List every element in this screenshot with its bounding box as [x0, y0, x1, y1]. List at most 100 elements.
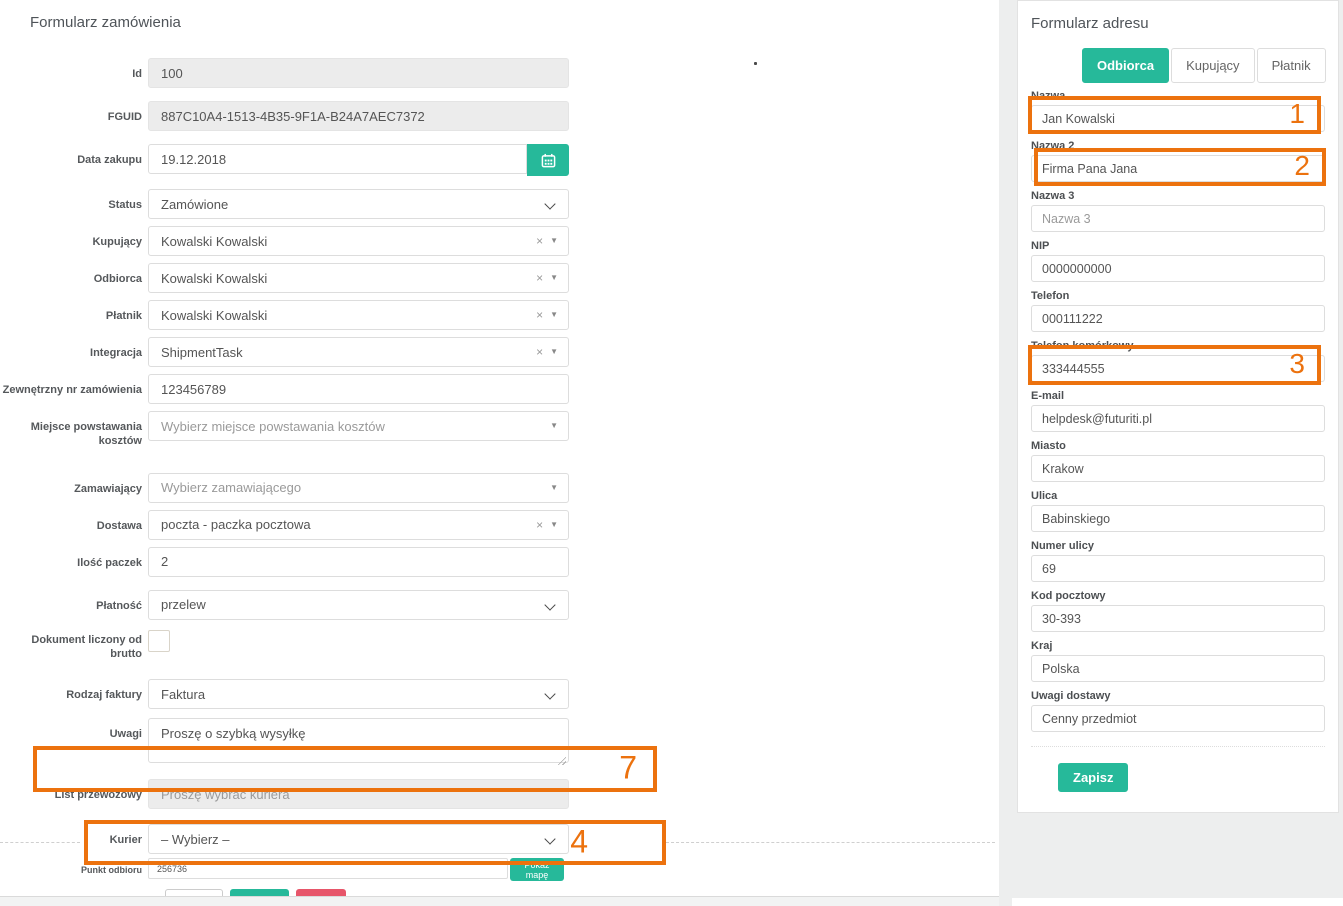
dropdown-arrow-icon[interactable]: ▼	[550, 348, 558, 356]
kraj-input[interactable]	[1031, 655, 1325, 682]
odbiorca-select[interactable]: Kowalski Kowalski ×▼	[148, 263, 569, 293]
clear-icon[interactable]: ×	[536, 309, 543, 321]
dotted-divider	[1031, 746, 1325, 747]
group-ulica: Ulica	[1031, 490, 1325, 532]
data-zakupu-label: Data zakupu	[0, 144, 142, 167]
integracja-select[interactable]: ShipmentTask × ▼	[148, 337, 569, 367]
group-nazwa3: Nazwa 3	[1031, 190, 1325, 232]
rodzaj-faktury-select[interactable]: Faktura	[148, 679, 569, 709]
nip-label: NIP	[1031, 240, 1325, 252]
field-row-zamawiajacy: Zamawiający Wybierz zamawiającego ▼	[0, 473, 590, 503]
kod-pocztowy-label: Kod pocztowy	[1031, 590, 1325, 602]
group-telefon: Telefon	[1031, 290, 1325, 332]
rodzaj-faktury-label: Rodzaj faktury	[0, 679, 142, 702]
telefon-input[interactable]	[1031, 305, 1325, 332]
group-kraj: Kraj	[1031, 640, 1325, 682]
integracja-value: ShipmentTask	[161, 345, 243, 360]
ilosc-paczek-input[interactable]	[148, 547, 569, 577]
uwagi-dostawy-input[interactable]	[1031, 705, 1325, 732]
nazwa3-input[interactable]	[1031, 205, 1325, 232]
dropdown-arrow-icon[interactable]: ▼	[550, 484, 558, 492]
nazwa3-label: Nazwa 3	[1031, 190, 1325, 202]
calendar-button[interactable]	[527, 144, 569, 176]
field-row-data-zakupu: Data zakupu	[0, 144, 590, 176]
dashed-divider	[0, 842, 80, 843]
ulica-input[interactable]	[1031, 505, 1325, 532]
dostawa-select[interactable]: poczta - paczka pocztowa × ▼	[148, 510, 569, 540]
clear-icon[interactable]: ×	[536, 519, 543, 531]
zamawiajacy-select[interactable]: Wybierz zamawiającego ▼	[148, 473, 569, 503]
tab-kupujacy[interactable]: Kupujący	[1171, 48, 1254, 83]
page-title: Formularz zamówienia	[30, 14, 181, 31]
field-row-kupujacy: Kupujący Kowalski Kowalski ×▼	[0, 226, 590, 256]
uwagi-dostawy-label: Uwagi dostawy	[1031, 690, 1325, 702]
email-label: E-mail	[1031, 390, 1325, 402]
brutto-label: Dokument liczony od brutto	[0, 630, 142, 662]
nip-input[interactable]	[1031, 255, 1325, 282]
field-row-integracja: Integracja ShipmentTask ×▼	[0, 337, 590, 367]
group-numer-ulicy: Numer ulicy	[1031, 540, 1325, 582]
platnik-value: Kowalski Kowalski	[161, 308, 267, 323]
chevron-down-icon	[544, 198, 555, 209]
dropdown-arrow-icon[interactable]: ▼	[550, 422, 558, 430]
chevron-down-icon	[544, 599, 555, 610]
kod-pocztowy-input[interactable]	[1031, 605, 1325, 632]
group-uwagi-dostawy: Uwagi dostawy	[1031, 690, 1325, 732]
field-row-fguid: FGUID	[0, 101, 590, 131]
telefon-label: Telefon	[1031, 290, 1325, 302]
clear-icon[interactable]: ×	[536, 272, 543, 284]
tab-platnik[interactable]: Płatnik	[1257, 48, 1326, 83]
zamawiajacy-label: Zamawiający	[0, 473, 142, 496]
platnik-select[interactable]: Kowalski Kowalski × ▼	[148, 300, 569, 330]
field-row-mpk: Miejsce powstawania kosztów Wybierz miej…	[0, 411, 590, 449]
kupujacy-select[interactable]: Kowalski Kowalski × ▼	[148, 226, 569, 256]
dropdown-arrow-icon[interactable]: ▼	[550, 237, 558, 245]
id-input	[148, 58, 569, 88]
dostawa-value: poczta - paczka pocztowa	[161, 517, 311, 532]
dropdown-arrow-icon[interactable]: ▼	[550, 311, 558, 319]
annotation-box-4: 4	[84, 820, 666, 865]
mpk-label: Miejsce powstawania kosztów	[0, 411, 142, 449]
dashed-divider	[666, 842, 995, 843]
mpk-select[interactable]: Wybierz miejsce powstawania kosztów ▼	[148, 411, 569, 441]
email-input[interactable]	[1031, 405, 1325, 432]
miasto-input[interactable]	[1031, 455, 1325, 482]
zewnetrzny-nr-label: Zewnętrzny nr zamówienia	[0, 374, 142, 397]
annotation-number-2: 2	[1294, 150, 1310, 182]
annotation-box-1: 1	[1028, 96, 1321, 134]
clear-icon[interactable]: ×	[536, 235, 543, 247]
dostawa-label: Dostawa	[0, 510, 142, 533]
field-row-brutto: Dokument liczony od brutto	[0, 630, 590, 662]
clear-icon[interactable]: ×	[536, 346, 543, 358]
page: Formularz zamówienia Id FGUID Data zakup…	[0, 0, 1343, 906]
mpk-placeholder: Wybierz miejsce powstawania kosztów	[161, 419, 385, 434]
tab-odbiorca[interactable]: Odbiorca	[1082, 48, 1169, 83]
platnosc-value: przelew	[161, 597, 206, 612]
dropdown-arrow-icon[interactable]: ▼	[550, 274, 558, 282]
kraj-label: Kraj	[1031, 640, 1325, 652]
brutto-checkbox[interactable]	[148, 630, 170, 652]
uwagi-label: Uwagi	[0, 718, 142, 741]
numer-ulicy-input[interactable]	[1031, 555, 1325, 582]
field-row-status: Status Zamówione	[0, 189, 590, 219]
platnosc-label: Płatność	[0, 590, 142, 613]
kupujacy-value: Kowalski Kowalski	[161, 234, 267, 249]
group-email: E-mail	[1031, 390, 1325, 432]
field-row-odbiorca: Odbiorca Kowalski Kowalski ×▼	[0, 263, 590, 293]
address-tabs: Odbiorca Kupujący Płatnik	[1082, 48, 1325, 83]
field-row-dostawa: Dostawa poczta - paczka pocztowa × ▼	[0, 510, 590, 540]
dropdown-arrow-icon[interactable]: ▼	[550, 521, 558, 529]
platnosc-select[interactable]: przelew	[148, 590, 569, 620]
ilosc-paczek-label: Ilość paczek	[0, 547, 142, 570]
data-zakupu-input[interactable]	[148, 144, 527, 174]
bottom-card-edge	[1012, 898, 1343, 906]
address-save-button[interactable]: Zapisz	[1058, 763, 1128, 792]
status-select[interactable]: Zamówione	[148, 189, 569, 219]
field-row-platnosc: Płatność przelew	[0, 590, 590, 620]
zamawiajacy-placeholder: Wybierz zamawiającego	[161, 480, 301, 495]
group-kod-pocztowy: Kod pocztowy	[1031, 590, 1325, 632]
annotation-box-7: 7	[33, 746, 657, 792]
fguid-label: FGUID	[0, 101, 142, 124]
zewnetrzny-nr-input[interactable]	[148, 374, 569, 404]
field-row-rodzaj-faktury: Rodzaj faktury Faktura	[0, 679, 590, 709]
